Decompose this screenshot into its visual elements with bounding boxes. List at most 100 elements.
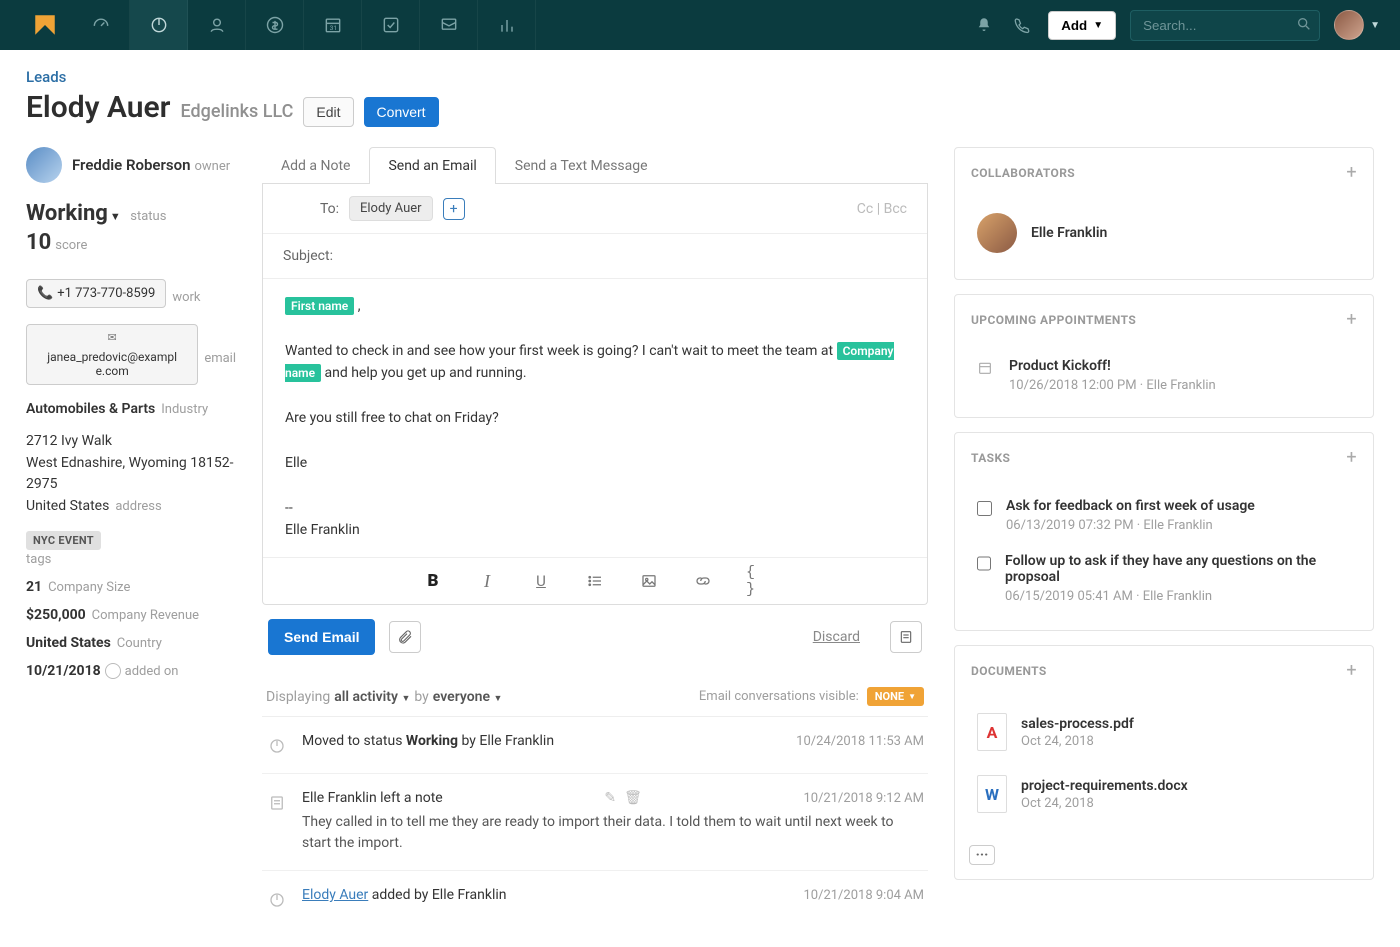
panel-title: DOCUMENTS	[971, 664, 1047, 678]
feed-time: 10/21/2018 9:04 AM	[803, 888, 924, 903]
logo-icon	[32, 12, 58, 38]
phone-icon	[1013, 16, 1031, 34]
template-button[interactable]	[890, 621, 922, 653]
task-checkbox[interactable]	[977, 501, 992, 516]
documents-panel: DOCUMENTS + A sales-process.pdfOct 24, 20…	[954, 645, 1374, 880]
caret-down-icon: ▼	[1093, 20, 1103, 31]
delete-note-button[interactable]: 🗑	[624, 790, 642, 806]
owner-avatar	[26, 147, 62, 183]
add-appointment-button[interactable]: +	[1346, 309, 1357, 330]
bold-button[interactable]: B	[422, 570, 444, 592]
subject-label: Subject:	[283, 248, 333, 264]
user-menu[interactable]: ▼	[1334, 10, 1380, 40]
envelope-icon: ✉	[108, 331, 117, 344]
list-icon	[586, 572, 604, 590]
cc-bcc[interactable]: Cc | Bcc	[857, 201, 907, 217]
app-logo[interactable]	[28, 8, 62, 42]
pdf-icon: A	[977, 713, 1007, 751]
breadcrumb[interactable]: Leads	[26, 68, 1374, 86]
search-input[interactable]	[1130, 10, 1320, 41]
bars-icon	[497, 15, 517, 35]
feed-item-added: Elody Auer added by Elle Franklin10/21/2…	[262, 871, 928, 927]
phone-label: work	[172, 290, 200, 305]
score-value: 10	[26, 230, 51, 255]
nav-calendar[interactable]: 31	[304, 0, 362, 50]
docx-icon: W	[977, 775, 1007, 813]
edit-note-button[interactable]: ✎	[604, 790, 616, 806]
industry-value: Automobiles & Parts	[26, 401, 155, 417]
more-documents-button[interactable]: ···	[969, 845, 995, 865]
country-label: Country	[117, 636, 162, 651]
email-body[interactable]: First name , Wanted to check in and see …	[263, 279, 927, 557]
feed-item-status: Moved to status Working by Elle Franklin…	[262, 717, 928, 774]
status-dropdown[interactable]: Working▼	[26, 201, 121, 226]
italic-button[interactable]: I	[476, 570, 498, 592]
added-on-label: added on	[125, 664, 179, 679]
nav-tasks[interactable]	[362, 0, 420, 50]
document-item[interactable]: A sales-process.pdfOct 24, 2018	[971, 701, 1357, 763]
email-visibility-label: Email conversations visible:	[699, 689, 859, 704]
svg-text:31: 31	[329, 24, 336, 32]
email-label: email	[204, 351, 236, 366]
owner-row[interactable]: Freddie Robersonowner	[26, 147, 236, 183]
task-item: Follow up to ask if they have any questi…	[971, 543, 1357, 614]
nav-contacts[interactable]	[188, 0, 246, 50]
nav-dashboard[interactable]	[72, 0, 130, 50]
edit-button[interactable]: Edit	[303, 97, 353, 127]
nav-reports[interactable]	[478, 0, 536, 50]
list-button[interactable]	[584, 570, 606, 592]
tab-send-email[interactable]: Send an Email	[369, 147, 495, 184]
phone-pill[interactable]: 📞+1 773-770-8599	[26, 279, 166, 308]
dollar-icon	[265, 15, 285, 35]
convert-button[interactable]: Convert	[364, 97, 439, 127]
add-task-button[interactable]: +	[1346, 447, 1357, 468]
email-visibility-badge[interactable]: NONE▼	[867, 687, 924, 706]
tab-add-note[interactable]: Add a Note	[262, 147, 369, 184]
code-button[interactable]: { }	[746, 570, 768, 592]
add-label: Add	[1061, 18, 1087, 33]
email-pill[interactable]: ✉janea_predovic@example.com	[26, 324, 198, 385]
right-sidebar: COLLABORATORS+ Elle Franklin UPCOMING AP…	[954, 147, 1374, 880]
attach-button[interactable]	[389, 621, 421, 653]
company-size-value: 21	[26, 579, 42, 595]
filter-user[interactable]: everyone ▼	[433, 689, 503, 705]
lead-link[interactable]: Elody Auer	[302, 887, 368, 903]
add-button[interactable]: Add ▼	[1048, 11, 1116, 40]
discard-link[interactable]: Discard	[813, 629, 860, 645]
template-icon	[898, 629, 914, 645]
person-icon	[207, 15, 227, 35]
calendar-icon	[977, 360, 995, 393]
composer-footer: Send Email Discard	[262, 605, 928, 669]
add-document-button[interactable]: +	[1346, 660, 1357, 681]
image-button[interactable]	[638, 570, 660, 592]
nav-inbox[interactable]	[420, 0, 478, 50]
collaborator-item[interactable]: Elle Franklin	[971, 203, 1357, 263]
bell-icon	[975, 16, 993, 34]
filter-type[interactable]: all activity ▼	[334, 689, 410, 705]
underline-button[interactable]: U	[530, 570, 552, 592]
link-icon	[694, 572, 712, 590]
added-icon	[266, 889, 288, 911]
feed-item-note: Elle Franklin left a note ✎🗑 10/21/2018 …	[262, 774, 928, 871]
link-button[interactable]	[692, 570, 714, 592]
add-collaborator-button[interactable]: +	[1346, 162, 1357, 183]
tab-send-text[interactable]: Send a Text Message	[496, 147, 667, 184]
task-checkbox[interactable]	[977, 556, 991, 571]
call-icon[interactable]	[1010, 13, 1034, 37]
add-recipient-button[interactable]: +	[443, 198, 465, 220]
status-change-icon	[266, 735, 288, 757]
send-email-button[interactable]: Send Email	[268, 619, 375, 655]
lead-name: Elody Auer	[26, 90, 170, 125]
notifications-icon[interactable]	[972, 13, 996, 37]
appointment-item[interactable]: Product Kickoff!10/26/2018 12:00 PM · El…	[971, 350, 1357, 401]
note-body: They called in to tell me they are ready…	[302, 812, 924, 854]
token-first-name[interactable]: First name	[285, 297, 354, 315]
caret-down-icon: ▼	[110, 210, 121, 223]
tag-badge[interactable]: NYC EVENT	[26, 531, 101, 550]
nav-leads[interactable]	[130, 0, 188, 50]
nav-deals[interactable]	[246, 0, 304, 50]
gauge-icon	[91, 15, 111, 35]
panel-title: COLLABORATORS	[971, 166, 1075, 180]
document-item[interactable]: W project-requirements.docxOct 24, 2018	[971, 763, 1357, 825]
recipient-chip[interactable]: Elody Auer	[349, 196, 433, 221]
